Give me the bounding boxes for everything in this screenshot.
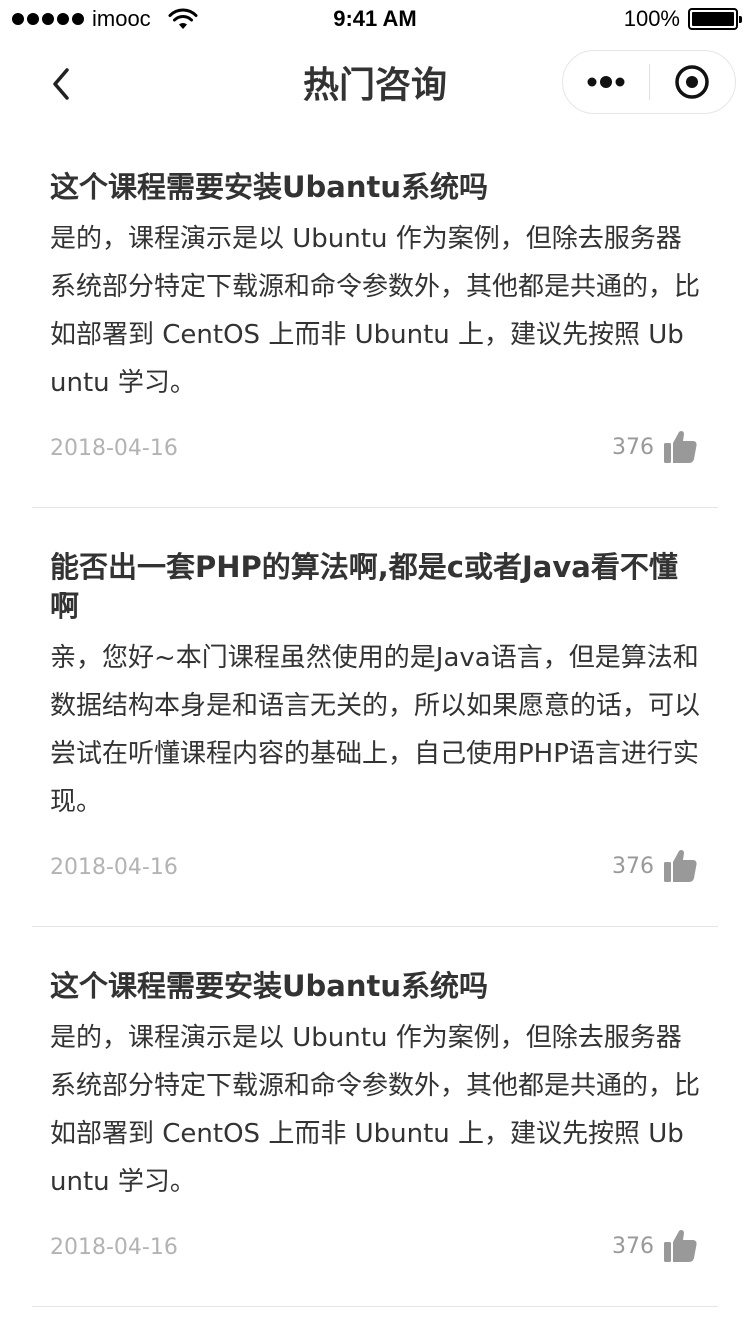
- item-content: 是的，课程演示是以 Ubuntu 作为案例，但除去服务器系统部分特定下载源和命令…: [50, 224, 701, 398]
- item-title: 能否出一套PHP的算法啊,都是c或者Java看不懂啊: [50, 550, 678, 623]
- item-content: 亲，您好~本门课程虽然使用的是Java语言，但是算法和数据结构本身是和语言无关的…: [50, 643, 701, 817]
- list-item[interactable]: 这个课程需要安装Ubantu系统吗 是的，课程演示是以 Ubuntu 作为案例，…: [32, 927, 718, 1307]
- item-date: 2018-04-16: [50, 1235, 178, 1260]
- like-button[interactable]: 376: [612, 429, 698, 465]
- item-content: 是的，课程演示是以 Ubuntu 作为案例，但除去服务器系统部分特定下载源和命令…: [50, 1023, 701, 1197]
- like-count: 376: [612, 434, 654, 460]
- item-meta: 2018-04-16 376: [50, 407, 700, 507]
- list-item[interactable]: 这个课程需要安装Ubantu系统吗 是的，课程演示是以 Ubuntu 作为案例，…: [32, 128, 718, 508]
- like-count: 376: [612, 853, 654, 879]
- like-button[interactable]: 376: [612, 1228, 698, 1264]
- consultation-list: 这个课程需要安装Ubantu系统吗 是的，课程演示是以 Ubuntu 作为案例，…: [32, 128, 718, 1307]
- item-title: 这个课程需要安装Ubantu系统吗: [50, 170, 489, 204]
- more-dots-icon: [587, 76, 625, 88]
- battery-percent: 100%: [623, 6, 680, 31]
- item-date: 2018-04-16: [50, 436, 178, 461]
- more-button[interactable]: [563, 50, 649, 114]
- thumbs-up-icon: [664, 1229, 697, 1262]
- item-title: 这个课程需要安装Ubantu系统吗: [50, 969, 489, 1003]
- item-date: 2018-04-16: [50, 855, 178, 880]
- thumbs-up-icon: [664, 430, 697, 463]
- mini-program-capsule: [562, 50, 736, 114]
- status-bar: imooc 9:41 AM 100%: [0, 0, 750, 40]
- item-meta: 2018-04-16 376: [50, 1206, 700, 1306]
- like-count: 376: [612, 1233, 654, 1259]
- thumbs-up-icon: [664, 849, 697, 882]
- battery-icon: [688, 8, 742, 30]
- list-item[interactable]: 能否出一套PHP的算法啊,都是c或者Java看不懂啊 亲，您好~本门课程虽然使用…: [32, 508, 718, 927]
- screen: imooc 9:41 AM 100% 热门咨询 这个课程需要安装Ubantu系统…: [0, 0, 750, 1334]
- item-meta: 2018-04-16 376: [50, 826, 700, 926]
- status-right: 100%: [623, 6, 742, 32]
- nav-bar: 热门咨询: [0, 40, 750, 128]
- close-button[interactable]: [650, 50, 736, 114]
- like-button[interactable]: 376: [612, 848, 698, 884]
- target-circle-icon: [675, 65, 709, 99]
